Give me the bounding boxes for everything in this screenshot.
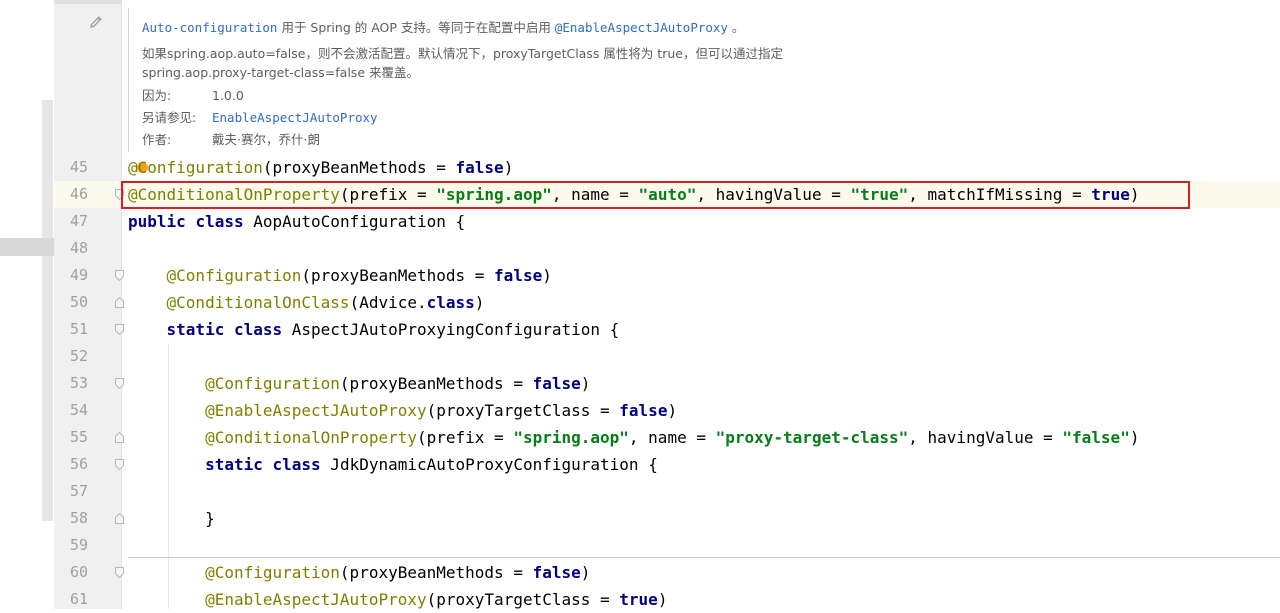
fold-marker-icon[interactable] (115, 459, 124, 470)
fold-marker-icon[interactable] (115, 378, 124, 389)
code-line[interactable]: 53 @Configuration(proxyBeanMethods = fal… (54, 370, 1280, 397)
code-text[interactable]: @Configuration(proxyBeanMethods = false) (128, 154, 513, 181)
line-number: 47 (69, 212, 88, 230)
doc-desc-line2: spring.aop.proxy-target-class=false 来覆盖。 (142, 65, 419, 80)
code-line[interactable]: 52 (54, 343, 1280, 370)
doc-since-label: 因为: (142, 88, 172, 103)
highlight-box (121, 181, 1190, 209)
code-line[interactable]: 54 @EnableAspectJAutoProxy(proxyTargetCl… (54, 397, 1280, 424)
doc-author-label: 作者: (142, 132, 172, 147)
code-line[interactable]: 59 (54, 532, 1280, 559)
doc-summary-link[interactable]: Auto-configuration (142, 20, 277, 35)
line-number: 57 (69, 482, 88, 500)
code-line[interactable]: 56 static class JdkDynamicAutoProxyConfi… (54, 451, 1280, 478)
line-number: 55 (69, 428, 88, 446)
code-text[interactable]: @Configuration(proxyBeanMethods = false) (128, 370, 590, 397)
line-number: 52 (69, 347, 88, 365)
doc-see-link[interactable]: EnableAspectJAutoProxy (212, 110, 378, 125)
fold-marker-icon[interactable] (115, 567, 124, 578)
doc-see-label: 另请参见: (142, 110, 197, 125)
code-text[interactable]: @ConditionalOnProperty(prefix = "spring.… (128, 424, 1139, 451)
line-number: 54 (69, 401, 88, 419)
line-number: 53 (69, 374, 88, 392)
doc-summary-text: 用于 Spring 的 AOP 支持。等同于在配置中启用 (277, 20, 555, 35)
code-line[interactable]: 45 @Configuration(proxyBeanMethods = fal… (54, 154, 1280, 181)
code-line[interactable]: 57 (54, 478, 1280, 505)
fold-marker-icon[interactable] (115, 270, 124, 281)
code-line[interactable]: 47 public class AopAutoConfiguration { (54, 208, 1280, 235)
line-number: 46 (69, 185, 88, 203)
fold-marker-icon[interactable] (115, 513, 124, 524)
line-number: 56 (69, 455, 88, 473)
edit-doc-pencil-icon[interactable] (88, 14, 104, 30)
code-line[interactable]: 49 @Configuration(proxyBeanMethods = fal… (54, 262, 1280, 289)
doc-since-row: 因为: 1.0.0 (142, 85, 244, 104)
method-separator (128, 557, 1280, 558)
doc-summary: Auto-configuration 用于 Spring 的 AOP 支持。等同… (142, 17, 744, 36)
doc-since-value: 1.0.0 (212, 88, 244, 103)
code-text[interactable]: @Configuration(proxyBeanMethods = false) (128, 262, 552, 289)
code-text[interactable]: } (128, 505, 215, 532)
tool-window-tab[interactable] (0, 238, 54, 256)
code-line[interactable]: 51 static class AspectJAutoProxyingConfi… (54, 316, 1280, 343)
fold-marker-icon[interactable] (115, 432, 124, 443)
code-line[interactable]: 60 @Configuration(proxyBeanMethods = fal… (54, 559, 1280, 586)
line-number: 50 (69, 293, 88, 311)
doc-summary-link2[interactable]: @EnableAspectJAutoProxy (555, 20, 728, 35)
doc-desc-line1: 如果spring.aop.auto=false，则不会激活配置。默认情况下，pr… (142, 46, 783, 61)
line-number: 60 (69, 563, 88, 581)
code-line[interactable]: 50 @ConditionalOnClass(Advice.class) (54, 289, 1280, 316)
doc-see-row: 另请参见: EnableAspectJAutoProxy (142, 107, 378, 126)
code-text[interactable]: @ConditionalOnClass(Advice.class) (128, 289, 485, 316)
code-text[interactable]: public class AopAutoConfiguration { (128, 208, 465, 235)
code-line[interactable]: 55 @ConditionalOnProperty(prefix = "spri… (54, 424, 1280, 451)
code-line[interactable]: 48 (54, 235, 1280, 262)
rendered-javadoc: Auto-configuration 用于 Spring 的 AOP 支持。等同… (128, 8, 1280, 152)
gutter-top-edge (54, 0, 122, 4)
line-number: 51 (69, 320, 88, 338)
doc-author-value: 戴夫·赛尔，乔什·朗 (212, 132, 320, 147)
code-line[interactable]: 58 } (54, 505, 1280, 532)
code-text[interactable]: @Configuration(proxyBeanMethods = false) (128, 559, 590, 586)
fold-marker-icon[interactable] (115, 324, 124, 335)
line-number: 58 (69, 509, 88, 527)
tool-window-bar[interactable] (42, 100, 53, 521)
line-number: 59 (69, 536, 88, 554)
code-text[interactable]: @EnableAspectJAutoProxy(proxyTargetClass… (128, 397, 677, 424)
code-text[interactable]: static class JdkDynamicAutoProxyConfigur… (128, 451, 658, 478)
code-text[interactable]: static class AspectJAutoProxyingConfigur… (128, 316, 620, 343)
doc-author-row: 作者: 戴夫·赛尔，乔什·朗 (142, 129, 320, 148)
fold-marker-icon[interactable] (115, 297, 124, 308)
line-number: 48 (69, 239, 88, 257)
line-number: 49 (69, 266, 88, 284)
doc-summary-end: 。 (727, 20, 745, 35)
line-number: 45 (69, 158, 88, 176)
